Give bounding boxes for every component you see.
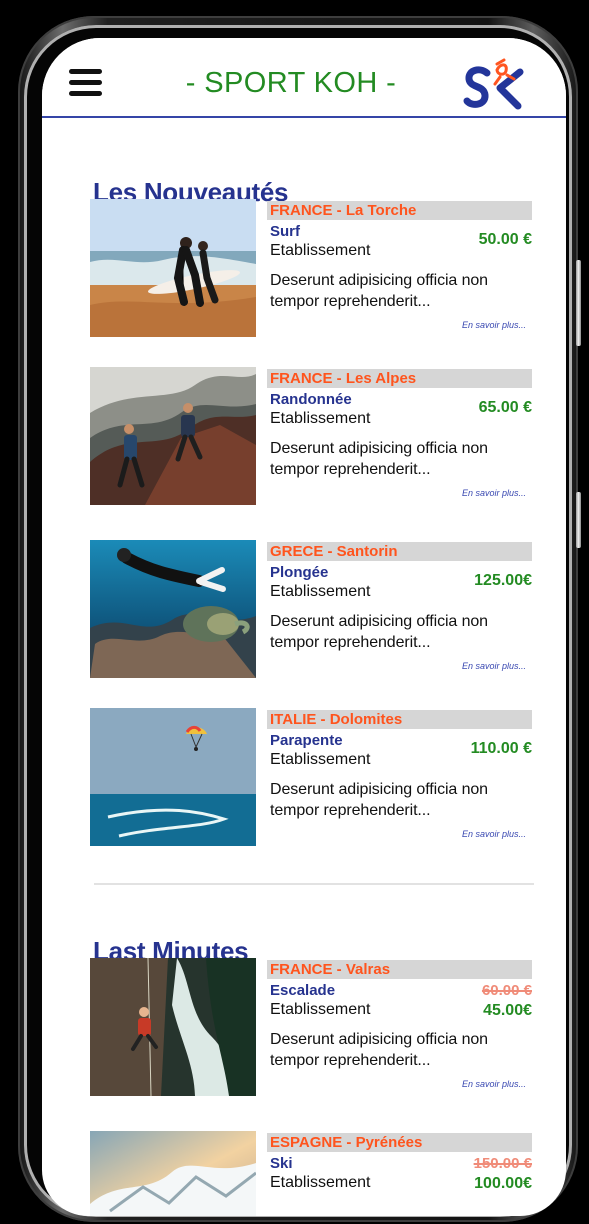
- paragliding-scene-icon: [90, 708, 256, 846]
- paragliding-photo-icon: [90, 708, 256, 846]
- price-label: 50.00 €: [478, 231, 532, 248]
- old-price-label: 60.00 €: [481, 982, 532, 999]
- hiking-photo-icon: [90, 367, 256, 505]
- activity-name: Escalade: [270, 982, 336, 999]
- learn-more-link[interactable]: En savoir plus...: [462, 828, 526, 840]
- phone-side-button: [576, 260, 581, 346]
- activity-feed: Les Nouveautés FRANCE - La Torche Surf E…: [42, 116, 566, 1216]
- card-location: GRECE - Santorin: [267, 542, 532, 561]
- activity-card-paragliding[interactable]: ITALIE - Dolomites Parapente Etablisseme…: [90, 708, 534, 846]
- app-title: - SPORT KOH -: [185, 67, 397, 99]
- surf-scene-icon: [90, 199, 256, 337]
- activity-card-diving[interactable]: GRECE - Santorin Plongée Etablissement 1…: [90, 540, 534, 678]
- discount-price-label: 100.00€: [474, 1175, 532, 1192]
- price-label: 125.00€: [474, 572, 532, 589]
- establishment-label: Etablissement: [270, 1001, 371, 1018]
- menu-line: [69, 91, 102, 96]
- card-location: ITALIE - Dolomites: [267, 710, 532, 729]
- activity-card-surf[interactable]: FRANCE - La Torche Surf Etablissement 50…: [90, 199, 534, 337]
- sport-koh-logo-icon[interactable]: [462, 57, 528, 112]
- activity-name: Randonnée: [270, 391, 352, 408]
- app-header: - SPORT KOH -: [42, 38, 566, 118]
- activity-description: Deserunt adipisicing officia non tempor …: [270, 781, 488, 819]
- climbing-photo-icon: [90, 958, 256, 1096]
- old-price-label: 150.00 €: [473, 1155, 532, 1172]
- activity-description: Deserunt adipisicing officia non tempor …: [270, 613, 488, 651]
- surf-photo-icon: [90, 199, 256, 337]
- price-label: 65.00 €: [478, 399, 532, 416]
- section-divider: [94, 883, 534, 885]
- diving-photo-icon: [90, 540, 256, 678]
- learn-more-link[interactable]: En savoir plus...: [462, 319, 526, 331]
- learn-more-link[interactable]: En savoir plus...: [462, 487, 526, 499]
- menu-line: [69, 69, 102, 74]
- hamburger-menu-icon[interactable]: [69, 69, 102, 97]
- activity-name: Plongée: [270, 564, 329, 581]
- phone-side-button: [576, 492, 581, 548]
- ski-photo-icon: [90, 1131, 256, 1216]
- card-location: FRANCE - Valras: [267, 960, 532, 979]
- card-location: ESPAGNE - Pyrénées: [267, 1133, 532, 1152]
- activity-description: Deserunt adipisicing officia non tempor …: [270, 272, 488, 310]
- menu-line: [69, 80, 102, 85]
- ski-scene-icon: [90, 1131, 256, 1216]
- card-location: FRANCE - Les Alpes: [267, 369, 532, 388]
- establishment-label: Etablissement: [270, 1174, 371, 1191]
- phone-mockup-frame: - SPORT KOH - Les Nouveautés FRANCE - La…: [0, 0, 589, 1224]
- mobile-screen: - SPORT KOH - Les Nouveautés FRANCE - La…: [42, 38, 566, 1216]
- learn-more-link[interactable]: En savoir plus...: [462, 660, 526, 672]
- last-minute-card-climbing[interactable]: FRANCE - Valras Escalade Etablissement 6…: [90, 958, 534, 1096]
- activity-name: Ski: [270, 1155, 293, 1172]
- climbing-scene-icon: [90, 958, 256, 1096]
- establishment-label: Etablissement: [270, 583, 371, 600]
- activity-name: Surf: [270, 223, 300, 240]
- establishment-label: Etablissement: [270, 242, 371, 259]
- learn-more-link[interactable]: En savoir plus...: [462, 1078, 526, 1090]
- activity-card-hiking[interactable]: FRANCE - Les Alpes Randonnée Etablisseme…: [90, 367, 534, 505]
- establishment-label: Etablissement: [270, 410, 371, 427]
- activity-description: Deserunt adipisicing officia non tempor …: [270, 440, 488, 478]
- discount-price-label: 45.00€: [483, 1002, 532, 1019]
- card-location: FRANCE - La Torche: [267, 201, 532, 220]
- establishment-label: Etablissement: [270, 751, 371, 768]
- price-label: 110.00 €: [470, 740, 532, 757]
- activity-name: Parapente: [270, 732, 343, 749]
- diving-scene-icon: [90, 540, 256, 678]
- hiking-scene-icon: [90, 367, 256, 505]
- activity-description: Deserunt adipisicing officia non tempor …: [270, 1031, 488, 1069]
- last-minute-card-ski[interactable]: ESPAGNE - Pyrénées Ski Etablissement 150…: [90, 1131, 534, 1216]
